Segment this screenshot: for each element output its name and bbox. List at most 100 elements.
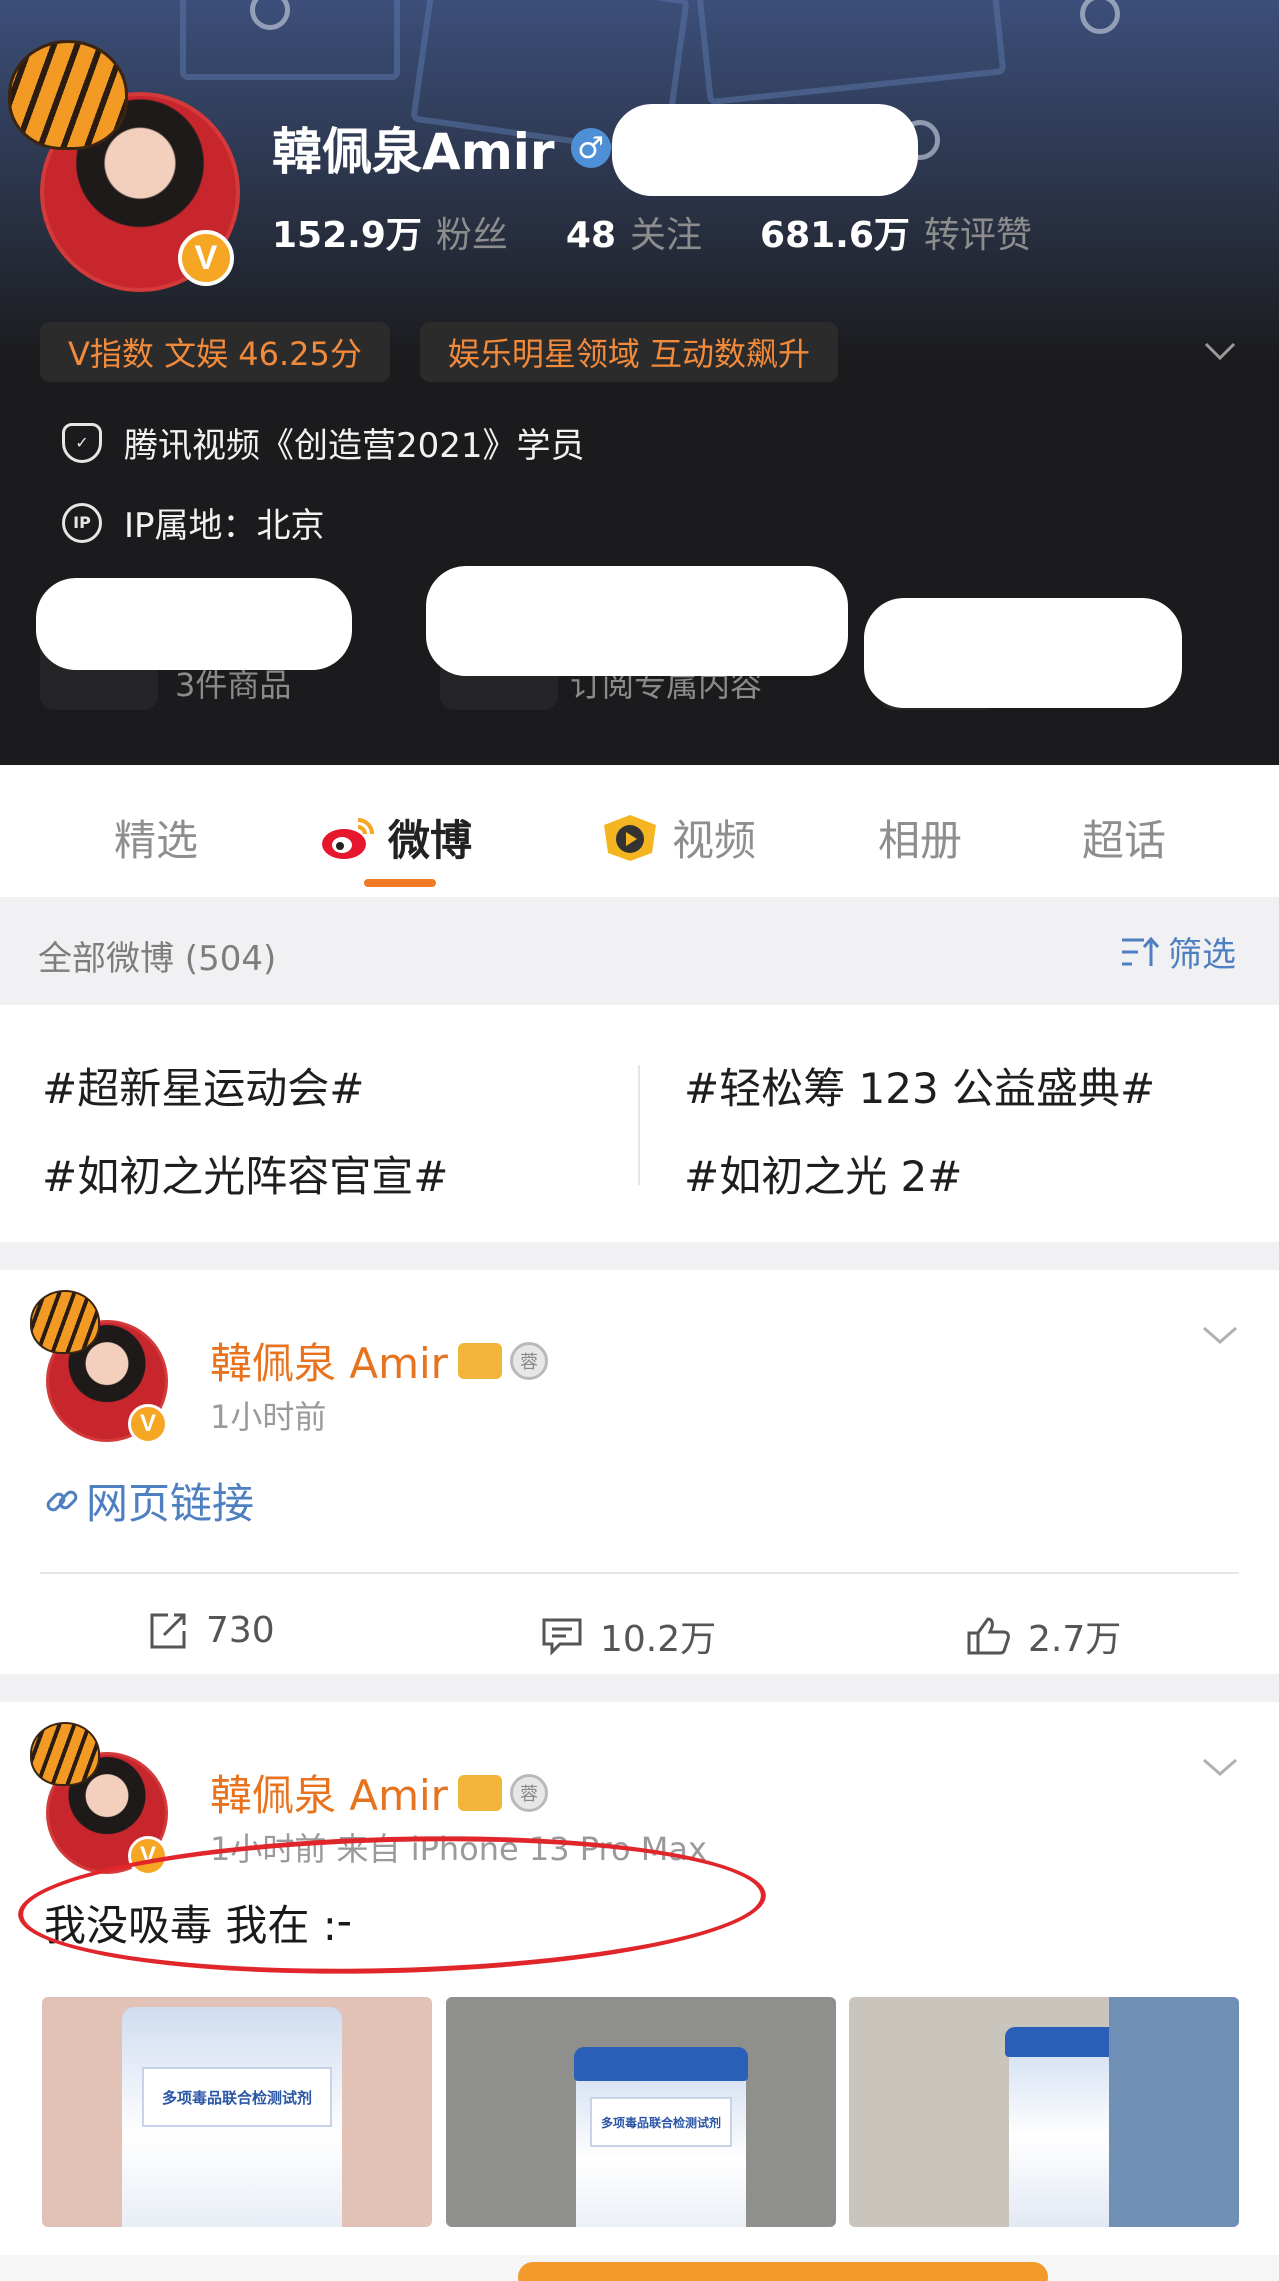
post-avatar[interactable]: V xyxy=(30,1722,180,1876)
tiger-frame-icon xyxy=(30,1290,100,1354)
link-icon xyxy=(46,1490,78,1511)
stat-label: 关注 xyxy=(630,215,703,256)
repost-icon xyxy=(150,1613,186,1648)
male-gender-icon: ♂ xyxy=(570,128,611,168)
redaction-mark xyxy=(864,598,1182,708)
verification-line: ✓ 腾讯视频《创造营2021》学员 xyxy=(62,418,585,467)
test-kit-label: 多项毒品联合检测试剂 xyxy=(590,2097,732,2147)
tab-video[interactable]: 视频 xyxy=(600,807,756,868)
weibo-post[interactable]: V 韓佩泉 Amir 蓉 1小时前 来自 iPhone 13 Pro Max 我… xyxy=(0,1702,1279,2281)
tiger-frame-icon xyxy=(8,40,128,150)
thumbs-up-icon xyxy=(967,1617,1010,1655)
redaction-mark xyxy=(426,566,848,676)
tab-weibo[interactable]: 微博 xyxy=(320,807,472,868)
web-link[interactable]: 网页链接 xyxy=(44,1470,254,1531)
medal-icon: 蓉 xyxy=(509,1341,548,1380)
topic-link[interactable]: #超新星运动会# xyxy=(42,1055,364,1116)
comment-icon xyxy=(542,1618,582,1656)
comment-button[interactable]: 10.2万 xyxy=(540,1610,716,1662)
chevron-down-icon[interactable] xyxy=(1200,1746,1240,1786)
stat-label: 粉丝 xyxy=(435,215,508,256)
active-tab-indicator xyxy=(364,879,436,887)
topic-link[interactable]: #如初之光 2# xyxy=(684,1143,962,1204)
topics-grid: #超新星运动会# #轻松筹 123 公益盛典# #如初之光阵容官宣# #如初之光… xyxy=(0,1005,1279,1242)
post-time: 1小时前 xyxy=(210,1398,327,1436)
post-author-row: 韓佩泉 Amir 蓉 xyxy=(210,1330,548,1391)
profile-stats: 152.9万 粉丝 48 关注 681.6万 转评赞 xyxy=(272,206,1090,258)
weibo-post[interactable]: V 韓佩泉 Amir 蓉 1小时前 网页链接 730 10.2万 2.7万 xyxy=(0,1270,1279,1674)
post-avatar[interactable]: V xyxy=(30,1290,180,1444)
bottom-action-button[interactable] xyxy=(518,2262,1048,2281)
weibo-logo-icon xyxy=(322,817,374,859)
chevron-down-icon[interactable] xyxy=(1200,1314,1240,1354)
post-author[interactable]: 韓佩泉 Amir xyxy=(210,1762,448,1823)
tab-featured[interactable]: 精选 xyxy=(114,807,198,868)
stat-following[interactable]: 48 关注 xyxy=(566,206,702,258)
post-image[interactable] xyxy=(849,1997,1239,2227)
like-count: 2.7万 xyxy=(1028,1619,1122,1660)
stat-interactions[interactable]: 681.6万 转评赞 xyxy=(760,206,1032,258)
filter-button[interactable]: 筛选 xyxy=(1120,927,1236,976)
weibo-count: 全部微博 (504) xyxy=(38,939,277,979)
profile-tags: V指数 文娱 46.25分 娱乐明星领域 互动数飙升 xyxy=(40,322,839,382)
vip-crown-icon xyxy=(457,1774,502,1811)
redaction-mark xyxy=(36,578,352,670)
repost-button[interactable]: 730 xyxy=(146,1610,275,1651)
section-divider xyxy=(0,1674,1279,1702)
like-button[interactable]: 2.7万 xyxy=(966,1610,1121,1662)
tab-album[interactable]: 相册 xyxy=(878,807,962,868)
section-divider xyxy=(0,1242,1279,1270)
post-image[interactable]: 多项毒品联合检测试剂 xyxy=(446,1997,836,2227)
repost-count: 730 xyxy=(206,1610,275,1651)
filter-bar: 全部微博 (504) 筛选 xyxy=(0,897,1279,1005)
v-index-tag[interactable]: V指数 文娱 46.25分 xyxy=(40,322,390,382)
profile-avatar[interactable]: V xyxy=(8,40,248,292)
tab-label: 微博 xyxy=(388,816,473,865)
test-kit-label: 多项毒品联合检测试剂 xyxy=(142,2067,332,2127)
stat-number: 681.6万 xyxy=(760,215,910,256)
domain-tag[interactable]: 娱乐明星领域 互动数飙升 xyxy=(419,322,839,382)
stat-number: 152.9万 xyxy=(272,215,422,256)
banner-decoration xyxy=(1080,0,1120,34)
post-actions: 730 10.2万 2.7万 xyxy=(0,1600,1279,1670)
tab-label: 相册 xyxy=(878,816,963,865)
verification-text: 腾讯视频《创造营2021》学员 xyxy=(124,426,585,466)
profile-name-row: 韓佩泉Amir ♂ xyxy=(272,112,611,184)
chevron-down-icon[interactable] xyxy=(1200,330,1240,370)
vip-crown-icon xyxy=(457,1342,502,1379)
tiger-frame-icon xyxy=(30,1722,100,1786)
tab-supertopic[interactable]: 超话 xyxy=(1082,807,1166,868)
ip-location-line: IP IP属地：北京 xyxy=(62,498,325,547)
tab-label: 超话 xyxy=(1082,816,1167,865)
stat-label: 转评赞 xyxy=(923,215,1032,256)
topic-link[interactable]: #如初之光阵容官宣# xyxy=(42,1143,448,1204)
profile-header: V 韓佩泉Amir ♂ 152.9万 粉丝 48 关注 681.6万 转评赞 V… xyxy=(0,0,1279,765)
redaction-mark xyxy=(612,104,918,196)
stat-followers[interactable]: 152.9万 粉丝 xyxy=(272,206,508,258)
topic-divider xyxy=(638,1065,640,1185)
topic-link[interactable]: #轻松筹 123 公益盛典# xyxy=(684,1055,1155,1116)
filter-sort-icon xyxy=(1122,936,1160,966)
ip-location-text: IP属地：北京 xyxy=(124,506,325,546)
tab-label: 精选 xyxy=(114,816,199,865)
filter-label: 筛选 xyxy=(1168,935,1236,975)
profile-tabs: 精选 微博 视频 相册 超话 xyxy=(0,765,1279,897)
person-sleeve xyxy=(1109,1997,1239,2227)
bottle-cap xyxy=(574,2047,748,2081)
banner-decoration xyxy=(693,0,1007,106)
post-author-row: 韓佩泉 Amir 蓉 xyxy=(210,1762,548,1823)
shield-check-icon: ✓ xyxy=(62,422,102,463)
stat-number: 48 xyxy=(565,215,616,256)
medal-icon: 蓉 xyxy=(509,1773,548,1812)
profile-name: 韓佩泉Amir xyxy=(272,123,555,181)
verified-badge-icon: V xyxy=(128,1404,168,1444)
verified-badge-icon: V xyxy=(178,230,234,286)
post-image[interactable]: 多项毒品联合检测试剂 xyxy=(42,1997,432,2227)
video-logo-icon xyxy=(604,814,656,861)
post-divider xyxy=(40,1572,1239,1574)
link-text: 网页链接 xyxy=(86,1479,255,1528)
ip-icon: IP xyxy=(62,502,102,543)
tab-label: 视频 xyxy=(672,816,757,865)
post-author[interactable]: 韓佩泉 Amir xyxy=(210,1330,448,1391)
comment-count: 10.2万 xyxy=(600,1619,717,1660)
